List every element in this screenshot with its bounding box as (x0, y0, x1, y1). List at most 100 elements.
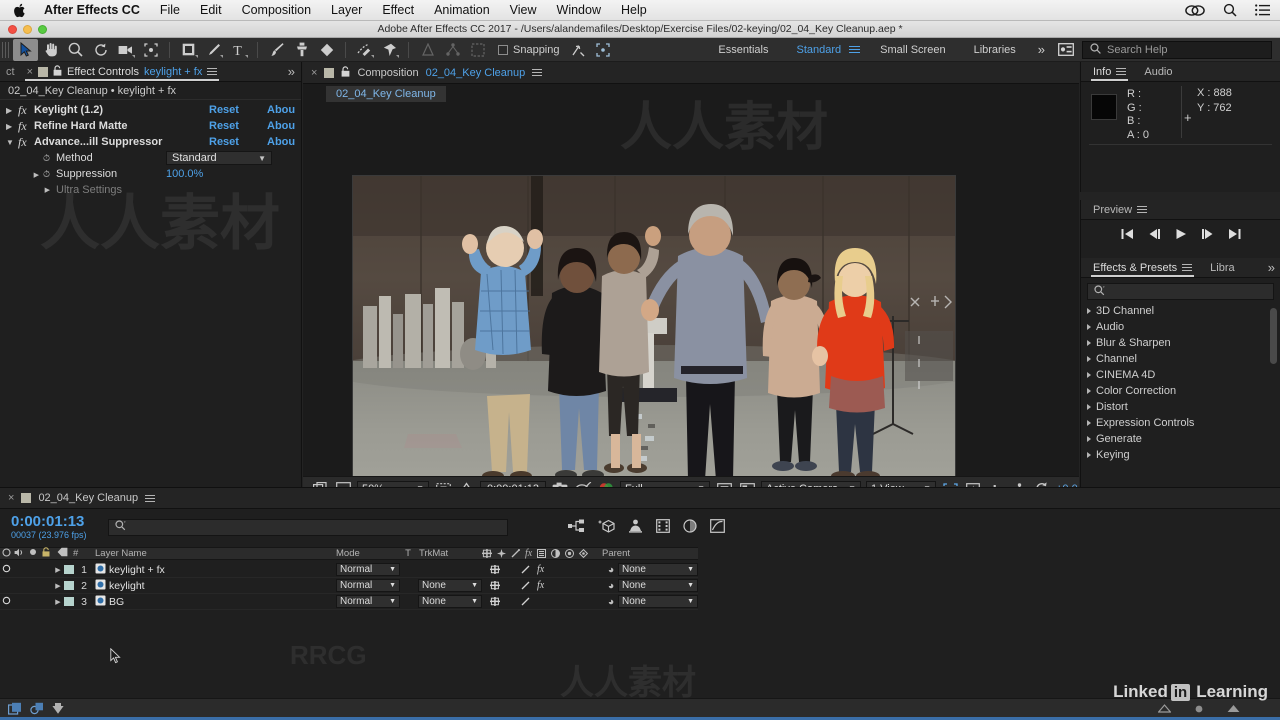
snapping-arrow-icon[interactable] (566, 39, 591, 61)
search-help-field[interactable]: Search Help (1082, 40, 1272, 59)
layer-parent[interactable]: None ▼ (618, 563, 698, 576)
effects-category-3d-channel[interactable]: 3D Channel (1087, 303, 1280, 319)
layer-trkmat[interactable]: None ▼ (418, 579, 482, 592)
layer-disclosure-triangle-icon[interactable]: ▶ (52, 598, 64, 606)
workspace-essentials[interactable]: Essentials (704, 38, 782, 62)
layer-parent[interactable]: None ▼ (618, 579, 698, 592)
suppression-value[interactable]: 100.0% (166, 168, 203, 180)
composition-viewer[interactable]: 50% ▼ 0:00:01:13 (303, 106, 1079, 500)
clone-stamp-tool[interactable] (289, 39, 314, 61)
stopwatch-icon[interactable]: ▶ ⏱ (0, 169, 56, 180)
workspace-menu-icon[interactable] (849, 46, 861, 53)
mask-tool[interactable] (465, 39, 490, 61)
table-row[interactable]: ▶ 2 keylight Normal ▼ None ▼ fx ◕ None ▼ (0, 578, 698, 594)
disclosure-triangle-icon[interactable]: ▶ (0, 186, 56, 194)
menu-window[interactable]: Window (557, 3, 601, 17)
layer-label-color[interactable] (64, 581, 74, 590)
snapping-target-icon[interactable] (591, 39, 616, 61)
composition-breadcrumb-tab[interactable]: 02_04_Key Cleanup (325, 85, 447, 103)
minimize-window-button[interactable] (23, 25, 32, 34)
type-tool[interactable]: T (226, 39, 251, 61)
timeline-zoom-slider[interactable] (1193, 704, 1205, 716)
menu-composition[interactable]: Composition (242, 3, 311, 17)
zoom-out-timeline-icon[interactable] (1157, 703, 1172, 716)
panel-menu-icon[interactable] (207, 68, 218, 75)
table-row[interactable]: ▶ 1 keylight + fx Normal ▼ fx ◕ None ▼ (0, 562, 698, 578)
layer-label-color[interactable] (64, 597, 74, 606)
graph-editor-toggle-icon[interactable] (52, 702, 64, 718)
effect-controls-overflow-icon[interactable]: » (288, 64, 295, 79)
rotation-tool[interactable] (88, 39, 113, 61)
lock-icon[interactable] (341, 65, 350, 80)
pan-behind-tool[interactable] (138, 39, 163, 61)
disclosure-triangle-icon[interactable]: ▼ (6, 138, 18, 147)
last-frame-button[interactable] (1228, 228, 1241, 243)
panel-menu-icon[interactable] (1182, 264, 1193, 271)
workspace-settings-icon[interactable] (1053, 39, 1078, 61)
anchor-point-tool[interactable] (415, 39, 440, 61)
effect-row-keylight[interactable]: ▶ fx Keylight (1.2) Reset Abou (0, 102, 301, 118)
zoom-tool[interactable] (63, 39, 88, 61)
effects-category-keying[interactable]: Keying (1087, 447, 1280, 463)
layer-disclosure-triangle-icon[interactable]: ▶ (52, 582, 64, 590)
layer-label-color[interactable] (64, 565, 74, 574)
puppet-pin-tool[interactable] (377, 39, 402, 61)
menu-view[interactable]: View (510, 3, 537, 17)
workspace-small-screen[interactable]: Small Screen (866, 38, 959, 62)
composition-flowchart-icon[interactable] (30, 702, 44, 718)
about-link[interactable]: Abou (267, 104, 301, 116)
layer-trkmat[interactable]: None ▼ (418, 595, 482, 608)
effect-row-advanced-spill-suppressor[interactable]: ▼ fx Advance...ill Suppressor Reset Abou (0, 134, 301, 150)
menu-file[interactable]: File (160, 3, 180, 17)
menu-layer[interactable]: Layer (331, 3, 362, 17)
layer-blend-mode[interactable]: Normal ▼ (336, 595, 400, 608)
effects-category-audio[interactable]: Audio (1087, 319, 1280, 335)
effects-search-field[interactable] (1087, 283, 1274, 300)
stopwatch-icon[interactable]: ⏱ (0, 153, 56, 164)
panel-menu-icon[interactable] (145, 494, 156, 502)
maximize-window-button[interactable] (38, 25, 47, 34)
list-icon[interactable] (1255, 4, 1270, 16)
effects-category-color-correction[interactable]: Color Correction (1087, 383, 1280, 399)
composition-mini-flowchart-icon[interactable] (568, 519, 585, 536)
tab-effect-controls[interactable]: × Effect Controls keylight + fx (21, 62, 224, 82)
tab-info[interactable]: Info (1087, 62, 1132, 82)
effects-scrollbar[interactable] (1270, 308, 1277, 364)
toolbar-grip[interactable] (2, 41, 10, 58)
menu-effect[interactable]: Effect (382, 3, 414, 17)
layer-parent[interactable]: None ▼ (618, 595, 698, 608)
about-link[interactable]: Abou (267, 136, 301, 148)
disclosure-triangle-icon[interactable]: ▶ (6, 106, 18, 115)
menu-animation[interactable]: Animation (434, 3, 490, 17)
app-name-label[interactable]: After Effects CC (44, 3, 140, 17)
effects-category-cinema-4d[interactable]: CINEMA 4D (1087, 367, 1280, 383)
close-icon[interactable]: × (8, 492, 14, 504)
layer-visibility-toggle[interactable] (0, 564, 13, 575)
layer-visibility-toggle[interactable] (0, 596, 13, 607)
reset-link[interactable]: Reset (209, 104, 267, 116)
reset-link[interactable]: Reset (209, 120, 267, 132)
enable-motion-blur-icon[interactable] (683, 518, 697, 536)
panel-menu-icon[interactable] (532, 69, 543, 76)
tab-audio[interactable]: Audio (1138, 62, 1178, 82)
method-dropdown[interactable]: Standard ▼ (166, 151, 272, 165)
effects-category-blur-sharpen[interactable]: Blur & Sharpen (1087, 335, 1280, 351)
effects-category-channel[interactable]: Channel (1087, 351, 1280, 367)
panel-menu-icon[interactable] (1116, 68, 1127, 75)
workspace-libraries[interactable]: Libraries (960, 38, 1030, 62)
composition-canvas[interactable] (352, 175, 956, 500)
property-row-method[interactable]: ⏱ Method Standard ▼ (0, 150, 301, 166)
pen-tool[interactable] (201, 39, 226, 61)
tab-libraries[interactable]: Libra (1204, 258, 1240, 278)
snapping-toggle[interactable]: Snapping (498, 44, 560, 56)
close-window-button[interactable] (8, 25, 17, 34)
disclosure-triangle-icon[interactable]: ▶ (6, 122, 18, 131)
eraser-tool[interactable] (314, 39, 339, 61)
workspace-standard[interactable]: Standard (783, 38, 856, 62)
hand-tool[interactable] (38, 39, 63, 61)
timeline-search-field[interactable] (108, 518, 508, 536)
effects-presets-overflow-icon[interactable]: » (1268, 260, 1275, 275)
apple-icon[interactable] (14, 3, 27, 18)
menu-help[interactable]: Help (621, 3, 647, 17)
enable-frame-blending-icon[interactable] (656, 518, 670, 536)
